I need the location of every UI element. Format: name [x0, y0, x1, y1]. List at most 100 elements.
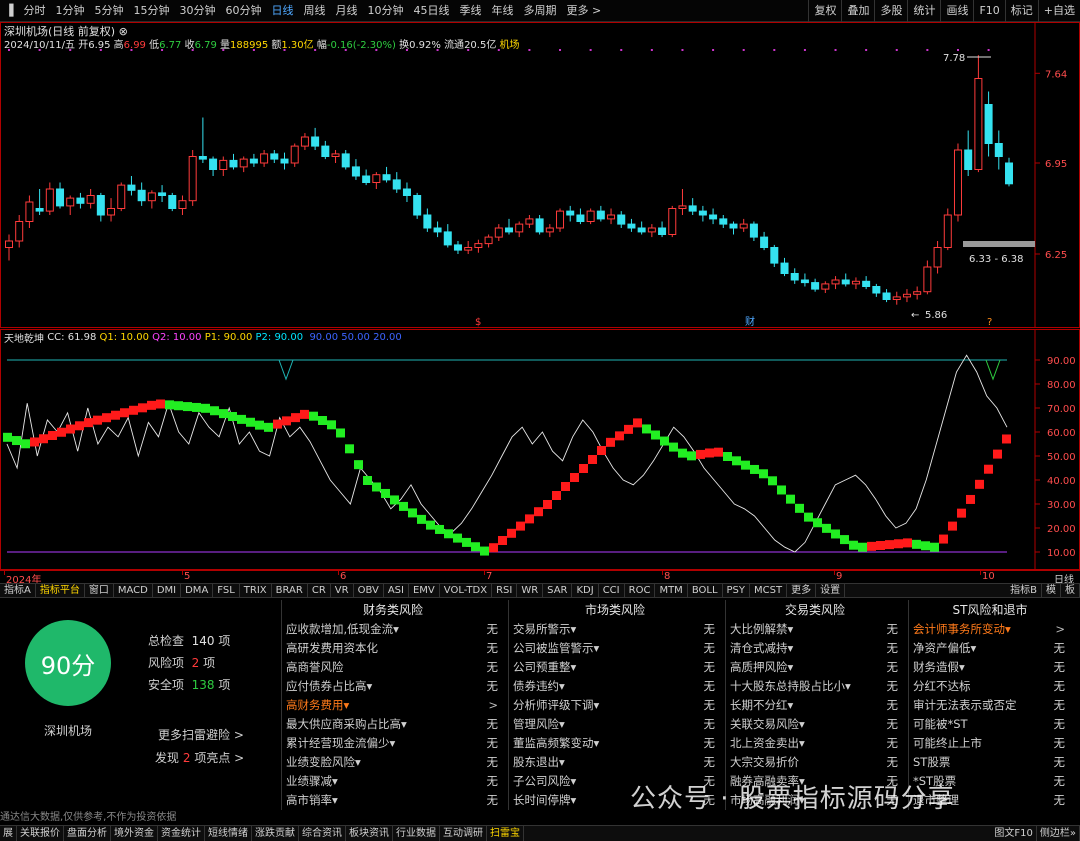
- indicator-tab[interactable]: 指标A: [0, 583, 36, 598]
- risk-item[interactable]: 公司被监管警示▾ 无: [509, 639, 721, 658]
- period-tab[interactable]: 60分钟: [220, 0, 266, 22]
- risk-item[interactable]: ST股票 无: [909, 753, 1071, 772]
- indicator-tab-right[interactable]: 板: [1061, 583, 1080, 598]
- status-tab[interactable]: 综合资讯: [299, 826, 346, 841]
- risk-item[interactable]: 会计师事务所变动▾ >: [909, 620, 1071, 639]
- period-tab[interactable]: 15分钟: [128, 0, 174, 22]
- period-tab[interactable]: 更多 >: [561, 0, 606, 22]
- indicator-tab[interactable]: KDJ: [572, 583, 599, 598]
- indicator-tab[interactable]: PSY: [723, 583, 751, 598]
- indicator-tab[interactable]: ASI: [384, 583, 409, 598]
- toolbar-button[interactable]: 复权: [808, 0, 841, 22]
- indicator-tab[interactable]: MTM: [655, 583, 688, 598]
- status-tab[interactable]: 盘面分析: [64, 826, 111, 841]
- risk-item[interactable]: 高质押风险▾ 无: [726, 658, 904, 677]
- risk-item[interactable]: 高市销率▾ 无: [282, 791, 504, 810]
- candlestick-chart[interactable]: 7.64 6.95 6.25 7.78 5.86 ← 6.33 - 6.38 $ 财?: [1, 23, 1079, 328]
- status-tab[interactable]: 涨跌贡献: [252, 826, 299, 841]
- period-tab[interactable]: 日线: [266, 0, 298, 22]
- risk-item[interactable]: 高商誉风险 无: [282, 658, 504, 677]
- risk-item[interactable]: 交易所警示▾ 无: [509, 620, 721, 639]
- risk-item[interactable]: 清仓式减持▾ 无: [726, 639, 904, 658]
- indicator-tab[interactable]: TRIX: [240, 583, 272, 598]
- status-tab[interactable]: 短线情绪: [205, 826, 252, 841]
- toolbar-button[interactable]: 标记: [1004, 0, 1038, 22]
- more-risk-link[interactable]: 更多扫雷避险 >: [158, 726, 244, 743]
- risk-item[interactable]: 应付债券占比高▾ 无: [282, 677, 504, 696]
- indicator-tab[interactable]: DMA: [181, 583, 214, 598]
- indicator-tab[interactable]: 指标平台: [36, 583, 85, 598]
- indicator-tab[interactable]: BRAR: [272, 583, 308, 598]
- indicator-tab[interactable]: 窗口: [85, 583, 114, 598]
- risk-item[interactable]: 分红不达标 无: [909, 677, 1071, 696]
- indicator-tab[interactable]: CR: [308, 583, 331, 598]
- risk-item[interactable]: 可能终止上市 无: [909, 734, 1071, 753]
- indicator-tab[interactable]: SAR: [543, 583, 573, 598]
- period-tab[interactable]: 季线: [454, 0, 486, 22]
- status-tab[interactable]: 行业数据: [393, 826, 440, 841]
- toolbar-button[interactable]: +自选: [1037, 0, 1080, 22]
- risk-item[interactable]: 董监高频繁变动▾ 无: [509, 734, 721, 753]
- indicator-tab[interactable]: RSI: [492, 583, 518, 598]
- toolbar-button[interactable]: 多股: [874, 0, 907, 22]
- risk-item[interactable]: 管理风险▾ 无: [509, 715, 721, 734]
- period-tab[interactable]: 45日线: [408, 0, 454, 22]
- risk-item[interactable]: 债券违约▾ 无: [509, 677, 721, 696]
- status-tab[interactable]: 板块资讯: [346, 826, 393, 841]
- indicator-tab[interactable]: 更多: [787, 583, 817, 598]
- indicator-tab[interactable]: FSL: [213, 583, 240, 598]
- risk-item[interactable]: 业绩骤减▾ 无: [282, 772, 504, 791]
- status-tab[interactable]: 资金统计: [158, 826, 205, 841]
- risk-item[interactable]: 净资产偏低▾ 无: [909, 639, 1071, 658]
- risk-item[interactable]: 十大股东总持股占比小▾ 无: [726, 677, 904, 696]
- risk-item[interactable]: 高财务费用▾ >: [282, 696, 504, 715]
- period-tab[interactable]: 10分钟: [362, 0, 408, 22]
- indicator-tab[interactable]: WR: [517, 583, 544, 598]
- status-tab[interactable]: 关联报价: [17, 826, 64, 841]
- period-tab[interactable]: 多周期: [518, 0, 561, 22]
- indicator-tab[interactable]: ROC: [625, 583, 656, 598]
- risk-item[interactable]: 公司预重整▾ 无: [509, 658, 721, 677]
- risk-item[interactable]: 大宗交易折价 无: [726, 753, 904, 772]
- status-right-button[interactable]: 图文F10: [991, 826, 1037, 841]
- indicator-tab[interactable]: VOL-TDX: [440, 583, 493, 598]
- indicator-tab[interactable]: DMI: [153, 583, 182, 598]
- risk-item[interactable]: 可能被*ST 无: [909, 715, 1071, 734]
- status-tab[interactable]: 扫雷宝: [487, 826, 524, 841]
- toolbar-button[interactable]: 叠加: [841, 0, 874, 22]
- status-tab[interactable]: 境外资金: [111, 826, 158, 841]
- risk-item[interactable]: 业绩变脸风险▾ 无: [282, 753, 504, 772]
- indicator-tab-right[interactable]: 模: [1042, 583, 1061, 598]
- toolbar-button[interactable]: 画线: [940, 0, 973, 22]
- period-tab[interactable]: 5分钟: [89, 0, 128, 22]
- event-marker[interactable]: $: [475, 317, 481, 328]
- status-right-button[interactable]: 侧边栏»: [1037, 826, 1080, 841]
- period-tab[interactable]: 1分钟: [50, 0, 89, 22]
- risk-item[interactable]: 财务造假▾ 无: [909, 658, 1071, 677]
- risk-item[interactable]: 分析师评级下调▾ 无: [509, 696, 721, 715]
- indicator-tab[interactable]: OBV: [354, 583, 384, 598]
- period-tab[interactable]: 月线: [330, 0, 362, 22]
- indicator-name[interactable]: 天地乾坤: [4, 330, 44, 345]
- sector-tag[interactable]: 机场: [500, 40, 520, 51]
- risk-item[interactable]: 长期不分红▾ 无: [726, 696, 904, 715]
- indicator-tab[interactable]: VR: [331, 583, 354, 598]
- indicator-tab[interactable]: 设置: [816, 583, 846, 598]
- event-marker[interactable]: ?: [987, 317, 992, 328]
- period-tab[interactable]: 分时: [18, 0, 50, 22]
- risk-item[interactable]: 大比例解禁▾ 无: [726, 620, 904, 639]
- toolbar-button[interactable]: F10: [973, 0, 1004, 22]
- risk-item[interactable]: 最大供应商采购占比高▾ 无: [282, 715, 504, 734]
- indicator-chart[interactable]: 90.00 80.00 70.00 60.00 50.00 40.00 30.00 20.00…: [1, 330, 1079, 569]
- status-tab[interactable]: 展: [0, 826, 17, 841]
- app-menu-icon[interactable]: ▐: [0, 0, 18, 22]
- indicator-tab-right[interactable]: 指标B: [1006, 583, 1042, 598]
- risk-item[interactable]: 高研发费用资本化 无: [282, 639, 504, 658]
- risk-item[interactable]: 审计无法表示或否定 无: [909, 696, 1071, 715]
- risk-item[interactable]: 应收款增加,低现金流▾ 无: [282, 620, 504, 639]
- risk-item[interactable]: 股东退出▾ 无: [509, 753, 721, 772]
- toolbar-button[interactable]: 统计: [907, 0, 940, 22]
- risk-item[interactable]: 关联交易风险▾ 无: [726, 715, 904, 734]
- status-tab[interactable]: 互动调研: [440, 826, 487, 841]
- risk-item[interactable]: 北上资金卖出▾ 无: [726, 734, 904, 753]
